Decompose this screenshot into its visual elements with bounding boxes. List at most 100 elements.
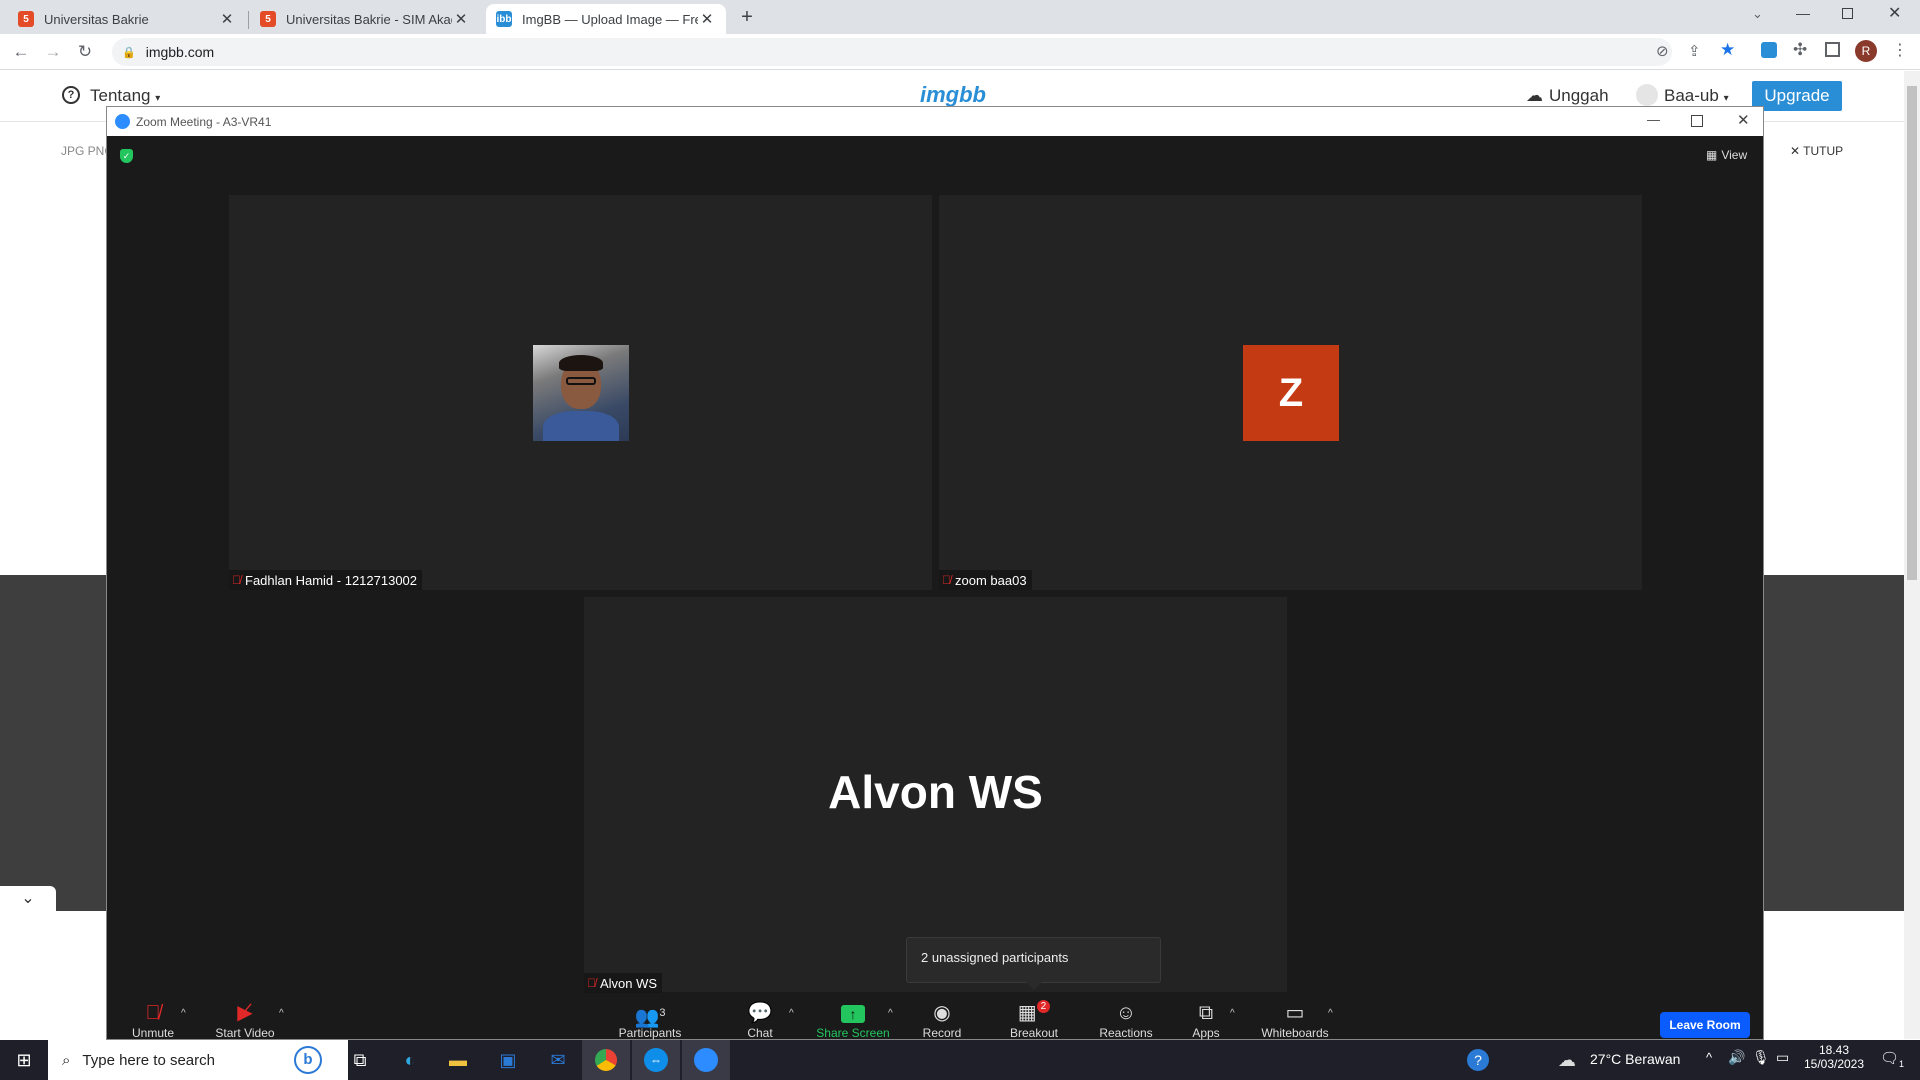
about-menu[interactable]: Tentang ▾ xyxy=(90,86,160,106)
close-window-icon[interactable]: ✕ xyxy=(1888,3,1901,23)
zoom-window-title: Zoom Meeting - A3-VR41 xyxy=(136,114,272,129)
file-explorer-icon[interactable]: ▬ xyxy=(434,1040,482,1080)
video-off-icon: ▶̸ xyxy=(237,1002,253,1024)
record-button[interactable]: ◉ Record xyxy=(902,1000,982,1040)
clock-date: 15/03/2023 xyxy=(1803,1057,1865,1071)
participant-display-name: Alvon WS xyxy=(828,766,1043,818)
notifications-icon[interactable]: 🗨1 xyxy=(1880,1049,1904,1069)
zoom-minimize-icon[interactable]: — xyxy=(1647,112,1660,127)
close-tab-icon[interactable]: ✕ xyxy=(218,10,236,28)
leave-room-button[interactable]: Leave Room xyxy=(1660,1012,1750,1038)
tab-sim-akademik[interactable]: 5 Universitas Bakrie - SIM Akadem ✕ xyxy=(250,4,480,34)
unassigned-participants-tooltip: 2 unassigned participants xyxy=(906,937,1161,983)
chat-bubble-icon: 💬 xyxy=(747,1002,773,1024)
volume-icon[interactable]: 🔊 xyxy=(1728,1049,1745,1066)
side-panel-icon[interactable] xyxy=(1825,42,1840,57)
microphone-icon[interactable]: 🎙 xyxy=(1752,1049,1770,1066)
zoom-maximize-icon[interactable] xyxy=(1691,115,1703,127)
start-video-label: Start Video xyxy=(215,1026,275,1040)
taskbar-search-box[interactable]: ⌕ Type here to search b xyxy=(48,1040,348,1080)
bing-icon[interactable]: b xyxy=(294,1046,322,1074)
whiteboards-button[interactable]: ▭ Whiteboards xyxy=(1254,1000,1336,1040)
scrollbar-thumb[interactable] xyxy=(1907,86,1917,580)
participants-count: 3 xyxy=(659,1007,666,1019)
reactions-button[interactable]: ☺ Reactions xyxy=(1086,1000,1166,1040)
clock-time: 18.43 xyxy=(1818,1043,1850,1057)
zoom-close-icon[interactable]: ✕ xyxy=(1737,111,1750,129)
breakout-rooms-button[interactable]: ▦2Breakout Rooms xyxy=(994,1000,1074,1054)
grid-view-icon: ▦ xyxy=(1706,148,1718,162)
encryption-shield-icon[interactable]: ✓ xyxy=(120,149,133,163)
upgrade-button[interactable]: Upgrade xyxy=(1752,81,1842,111)
teamviewer-icon[interactable]: ⇔ xyxy=(632,1040,680,1080)
chrome-icon[interactable] xyxy=(582,1040,630,1080)
expand-chevron-down-icon[interactable]: ⌄ xyxy=(0,886,56,912)
windows-start-icon[interactable]: ⊞ xyxy=(0,1040,48,1080)
search-placeholder: Type here to search xyxy=(82,1051,215,1069)
cloudy-weather-icon[interactable]: ☁ xyxy=(1558,1050,1576,1071)
back-arrow-icon[interactable]: ← xyxy=(8,39,34,65)
minimize-window-icon[interactable]: — xyxy=(1796,5,1810,21)
reload-icon[interactable]: ↻ xyxy=(72,39,98,65)
unmute-button[interactable]: 🎙̸ Unmute xyxy=(113,1000,193,1040)
cloud-upload-icon: ☁ xyxy=(1526,86,1543,105)
video-options-caret-icon[interactable]: ^ xyxy=(279,1008,284,1019)
profile-avatar[interactable]: R xyxy=(1855,40,1877,62)
microsoft-store-icon[interactable]: ▣ xyxy=(484,1040,532,1080)
task-view-icon[interactable]: ⧉ xyxy=(336,1040,384,1080)
tab-title: Universitas Bakrie xyxy=(44,11,149,27)
zoom-logo-icon xyxy=(115,114,130,129)
address-bar[interactable]: 🔒 imgbb.com xyxy=(112,38,1672,66)
mail-icon[interactable]: ✉ xyxy=(534,1040,582,1080)
help-icon[interactable]: ? xyxy=(1454,1040,1502,1080)
participants-button[interactable]: 👥3 Participants xyxy=(610,1000,690,1040)
bookmark-star-icon[interactable]: ★ xyxy=(1720,40,1735,60)
record-icon: ◉ xyxy=(933,1002,951,1024)
network-icon[interactable]: ▭ xyxy=(1776,1049,1789,1066)
participant-name: Fadhlan Hamid - 1212713002 xyxy=(245,572,418,588)
install-app-icon[interactable]: ⊘ xyxy=(1656,42,1669,60)
close-tab-icon[interactable]: ✕ xyxy=(452,10,470,28)
new-tab-button[interactable]: + xyxy=(736,4,758,30)
forward-arrow-icon[interactable]: → xyxy=(40,39,66,65)
show-hidden-icons-chevron-icon[interactable]: ^ xyxy=(1706,1050,1712,1065)
share-icon[interactable]: ⇪ xyxy=(1688,42,1701,60)
tab-search-icon[interactable]: ⌄ xyxy=(1752,6,1763,22)
zoom-taskbar-icon[interactable] xyxy=(682,1040,730,1080)
apps-label: Apps xyxy=(1192,1026,1220,1040)
muted-mic-icon: 🎙̸ xyxy=(587,976,596,990)
more-menu-icon[interactable]: ⋮ xyxy=(1892,40,1908,60)
audio-options-caret-icon[interactable]: ^ xyxy=(181,1008,186,1019)
participants-icon: 👥3 xyxy=(634,1006,666,1029)
tab-universitas-bakrie[interactable]: 5 Universitas Bakrie ✕ xyxy=(8,4,246,34)
user-menu[interactable]: Baa-ub ▾ xyxy=(1664,86,1729,106)
whiteboards-options-caret-icon[interactable]: ^ xyxy=(1328,1008,1333,1019)
whiteboards-label: Whiteboards xyxy=(1261,1026,1329,1040)
close-link[interactable]: ✕ TUTUP xyxy=(1790,144,1843,158)
notification-count: 1 xyxy=(1899,1059,1905,1069)
zoom-title-bar: Zoom Meeting - A3-VR41 — ✕ xyxy=(107,107,1763,136)
start-video-button[interactable]: ▶̸ Start Video xyxy=(205,1000,285,1040)
clock[interactable]: 18.43 15/03/2023 xyxy=(1802,1043,1866,1071)
imgbb-logo[interactable]: imgbb xyxy=(920,82,986,108)
close-tab-icon[interactable]: ✕ xyxy=(698,10,716,28)
tooltip-arrow xyxy=(1026,982,1042,990)
apps-button[interactable]: ⧉ Apps xyxy=(1166,1000,1246,1040)
participants-label: Participants xyxy=(618,1026,682,1040)
apps-options-caret-icon[interactable]: ^ xyxy=(1230,1008,1235,1019)
extension-icon[interactable] xyxy=(1761,42,1777,58)
reactions-smiley-icon: ☺ xyxy=(1115,1002,1137,1024)
tab-imgbb[interactable]: ibb ImgBB — Upload Image — Free I ✕ xyxy=(486,4,726,34)
share-screen-button[interactable]: ↑ Share Screen xyxy=(813,1000,893,1040)
edge-browser-icon[interactable]: ◐ xyxy=(386,1040,434,1080)
restore-window-icon[interactable] xyxy=(1842,8,1853,19)
chat-options-caret-icon[interactable]: ^ xyxy=(789,1008,794,1019)
weather-text[interactable]: 27°C Berawan xyxy=(1590,1051,1680,1067)
chat-button[interactable]: 💬 Chat xyxy=(720,1000,800,1040)
windows-taskbar: ⊞ ⌕ Type here to search b ⧉ ◐ ▬ ▣ ✉ ⇔ ? … xyxy=(0,1040,1920,1080)
extensions-puzzle-icon[interactable]: ✣ xyxy=(1793,40,1807,60)
muted-mic-icon: 🎙̸ xyxy=(942,573,951,587)
upload-link[interactable]: ☁ Unggah xyxy=(1526,86,1609,106)
share-options-caret-icon[interactable]: ^ xyxy=(888,1008,893,1019)
view-button[interactable]: ▦ View xyxy=(1706,148,1747,162)
